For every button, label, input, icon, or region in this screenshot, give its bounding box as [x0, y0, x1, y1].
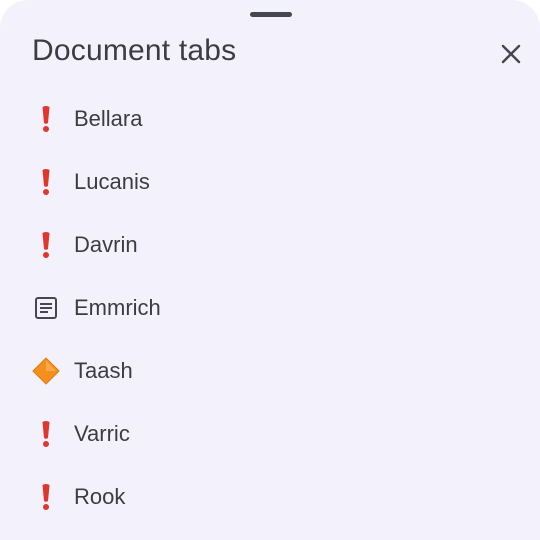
- document-icon: [32, 294, 60, 322]
- tab-item-emmrich[interactable]: Emmrich: [0, 276, 540, 339]
- tab-label: Lucanis: [74, 168, 150, 194]
- exclamation-icon: [32, 231, 60, 259]
- drag-handle[interactable]: [250, 12, 292, 17]
- tab-item-varric[interactable]: Varric: [0, 402, 540, 465]
- tab-item-davrin[interactable]: Davrin: [0, 213, 540, 276]
- orange-diamond-icon: [32, 356, 60, 385]
- tab-item-rook[interactable]: Rook: [0, 465, 540, 528]
- tab-label: Davrin: [74, 231, 138, 257]
- exclamation-icon: [32, 483, 60, 511]
- tab-item-lucanis[interactable]: Lucanis: [0, 150, 540, 213]
- tab-list: Bellara Lucanis Davrin Emmrich Taash Var…: [0, 87, 540, 528]
- tab-label: Rook: [74, 483, 126, 509]
- tab-label: Varric: [74, 420, 130, 446]
- tab-label: Bellara: [74, 105, 143, 131]
- tab-item-bellara[interactable]: Bellara: [0, 87, 540, 150]
- close-icon: [501, 44, 521, 64]
- tab-label: Emmrich: [74, 294, 161, 320]
- close-button[interactable]: [494, 37, 528, 71]
- exclamation-icon: [32, 105, 60, 133]
- sheet-title: Document tabs: [32, 34, 237, 67]
- tab-label: Taash: [74, 357, 133, 383]
- document-tabs-sheet: Document tabs Bellara Lucanis Davrin Emm…: [0, 0, 540, 540]
- tab-item-taash[interactable]: Taash: [0, 339, 540, 402]
- exclamation-icon: [32, 420, 60, 448]
- exclamation-icon: [32, 168, 60, 196]
